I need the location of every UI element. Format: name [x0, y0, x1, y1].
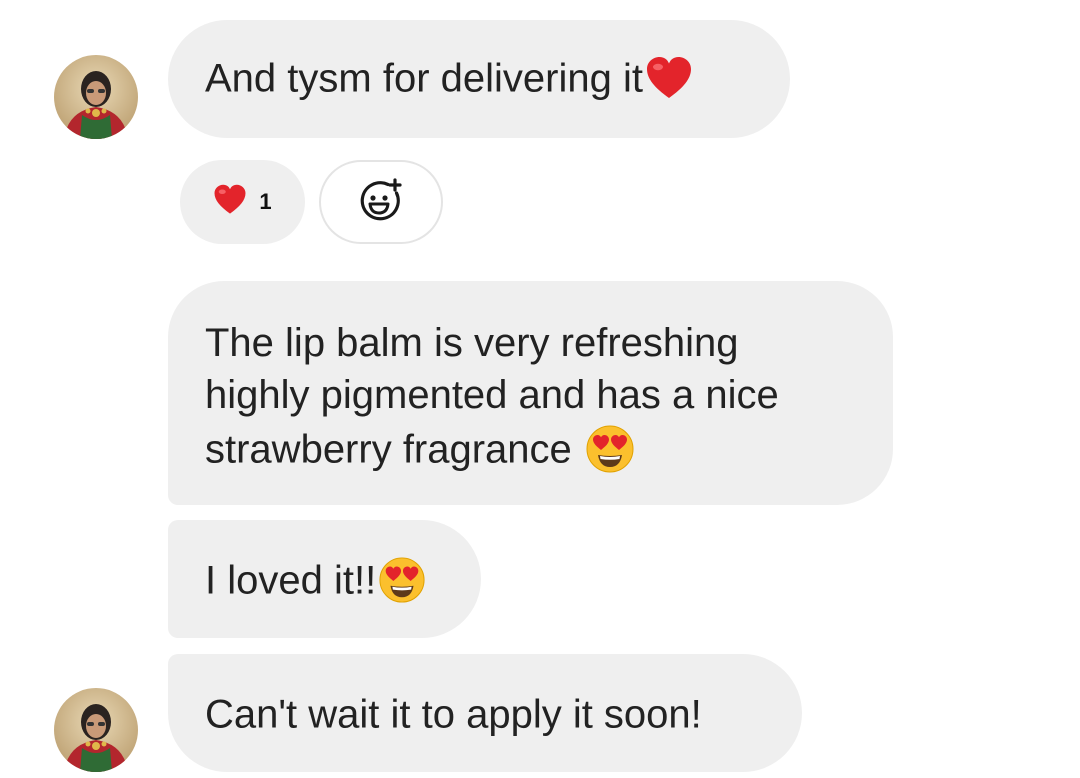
- heart-reaction-button[interactable]: 1: [180, 160, 305, 244]
- message-text: Can't wait it to apply it soon!: [205, 692, 702, 737]
- message-line: highly pigmented and has a nice: [205, 373, 779, 417]
- avatar-photo-image: [54, 55, 138, 139]
- message-line: The lip balm is very refreshing: [205, 321, 739, 365]
- message-bubble[interactable]: The lip balm is very refreshing highly p…: [168, 281, 893, 505]
- heart-eyes-emoji: [378, 556, 426, 604]
- heart-eyes-emoji: [585, 424, 635, 474]
- message-bubble[interactable]: And tysm for delivering it: [168, 20, 790, 138]
- message-bubble[interactable]: I loved it!!: [168, 520, 481, 638]
- sender-avatar[interactable]: [54, 55, 138, 139]
- heart-emoji: [213, 184, 247, 220]
- message-text: I loved it!!: [205, 558, 377, 603]
- add-reaction-button[interactable]: [319, 160, 443, 244]
- reaction-count: 1: [259, 189, 272, 214]
- heart-emoji: [645, 56, 693, 100]
- message-bubble[interactable]: Can't wait it to apply it soon!: [168, 654, 802, 772]
- avatar-photo-image: [54, 688, 138, 772]
- add-reaction-icon: [358, 177, 404, 227]
- message-line: strawberry fragrance: [205, 427, 583, 472]
- sender-avatar[interactable]: [54, 688, 138, 772]
- message-text: And tysm for delivering it: [205, 56, 643, 101]
